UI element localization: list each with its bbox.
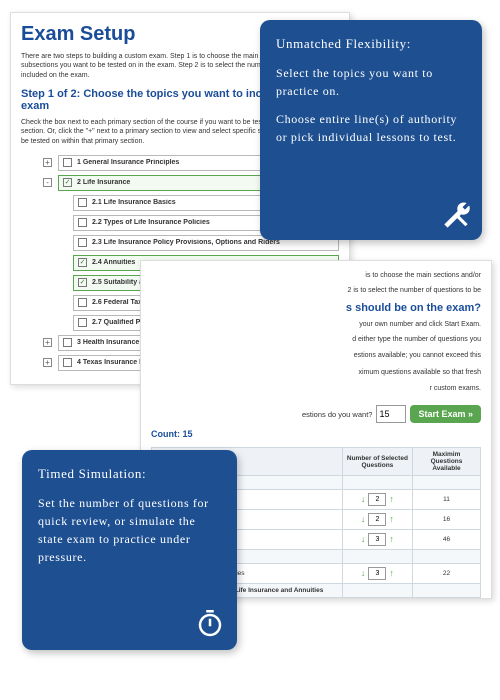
- max-cell: 22: [413, 564, 481, 584]
- tools-icon: [442, 202, 470, 230]
- expand-spacer: [58, 218, 67, 227]
- callout-text: Select the topics you want to practice o…: [276, 64, 466, 100]
- topic-checkbox[interactable]: [78, 318, 87, 327]
- selected-cell: ↓↑: [342, 530, 412, 550]
- topic-checkbox[interactable]: [78, 238, 87, 247]
- selected-cell: ↓↑: [342, 510, 412, 530]
- decrease-icon[interactable]: ↓: [361, 569, 366, 578]
- increase-icon[interactable]: ↑: [389, 535, 394, 544]
- decrease-icon[interactable]: ↓: [361, 515, 366, 524]
- increase-icon[interactable]: ↑: [389, 515, 394, 524]
- step2-heading: s should be on the exam?: [151, 302, 481, 314]
- expand-toggle[interactable]: +: [43, 358, 52, 367]
- question-count-label: estions do you want?: [302, 410, 372, 419]
- topic-checkbox[interactable]: [63, 158, 72, 167]
- topic-checkbox[interactable]: [63, 358, 72, 367]
- topic-label: 1 General Insurance Principles: [77, 159, 179, 166]
- body-fragment: estions available; you cannot exceed thi…: [151, 351, 481, 360]
- expand-spacer: [58, 198, 67, 207]
- increase-icon[interactable]: ↑: [389, 569, 394, 578]
- callout-body: Select the topics you want to practice o…: [276, 64, 466, 146]
- callout-text: Set the number of questions for quick re…: [38, 494, 221, 566]
- callout-heading: Timed Simulation:: [38, 466, 221, 482]
- topic-checkbox[interactable]: [78, 218, 87, 227]
- topic-label: 2.1 Life Insurance Basics: [92, 199, 176, 206]
- callout-heading: Unmatched Flexibility:: [276, 36, 466, 52]
- expand-spacer: [58, 298, 67, 307]
- expand-spacer: [58, 238, 67, 247]
- topic-checkbox[interactable]: [78, 198, 87, 207]
- callout-body: Set the number of questions for quick re…: [38, 494, 221, 566]
- decrease-icon[interactable]: ↓: [361, 535, 366, 544]
- col-max: Maximim Questions Available: [413, 448, 481, 476]
- callout-text: Choose entire line(s) of authority or pi…: [276, 110, 466, 146]
- expand-toggle[interactable]: +: [43, 338, 52, 347]
- question-input[interactable]: [368, 533, 386, 546]
- stopwatch-icon: [195, 610, 225, 640]
- body-fragment: d either type the number of questions yo…: [151, 335, 481, 344]
- decrease-icon[interactable]: ↓: [361, 495, 366, 504]
- col-selected: Number of Selected Questions: [342, 448, 412, 476]
- topic-label: 2.4 Annuities: [92, 259, 135, 266]
- topic-checkbox[interactable]: [63, 338, 72, 347]
- body-fragment: ximum questions available so that fresh: [151, 368, 481, 377]
- topic-checkbox[interactable]: [78, 258, 87, 267]
- question-input[interactable]: [368, 567, 386, 580]
- intro-fragment: 2 is to select the number of questions t…: [151, 286, 481, 295]
- start-exam-button[interactable]: Start Exam: [410, 405, 481, 423]
- flexibility-callout: Unmatched Flexibility: Select the topics…: [260, 20, 482, 240]
- expand-toggle[interactable]: -: [43, 178, 52, 187]
- question-input[interactable]: [368, 513, 386, 526]
- increase-icon[interactable]: ↑: [389, 495, 394, 504]
- topic-label: 2.2 Types of Life Insurance Policies: [92, 219, 210, 226]
- question-input[interactable]: [368, 493, 386, 506]
- max-cell: 11: [413, 490, 481, 510]
- selected-cell: ↓↑: [342, 490, 412, 510]
- topic-label: 3 Health Insurance: [77, 339, 139, 346]
- question-count-input[interactable]: [376, 405, 406, 423]
- max-cell: 16: [413, 510, 481, 530]
- topic-checkbox[interactable]: [63, 178, 72, 187]
- topic-label: 2 Life Insurance: [77, 179, 130, 186]
- intro-fragment: is to choose the main sections and/or: [151, 271, 481, 280]
- max-cell: 46: [413, 530, 481, 550]
- start-exam-row: estions do you want? Start Exam: [151, 405, 481, 423]
- expand-spacer: [58, 258, 67, 267]
- topic-checkbox[interactable]: [78, 278, 87, 287]
- body-fragment: your own number and click Start Exam.: [151, 320, 481, 329]
- expand-toggle[interactable]: +: [43, 158, 52, 167]
- selected-cell: ↓↑: [342, 564, 412, 584]
- topic-checkbox[interactable]: [78, 298, 87, 307]
- body-fragment: r custom exams.: [151, 384, 481, 393]
- topic-label: 2.3 Life Insurance Policy Provisions, Op…: [92, 239, 280, 246]
- timed-simulation-callout: Timed Simulation: Set the number of ques…: [22, 450, 237, 650]
- question-count-display: Count: 15: [151, 429, 481, 439]
- expand-spacer: [58, 318, 67, 327]
- expand-spacer: [58, 278, 67, 287]
